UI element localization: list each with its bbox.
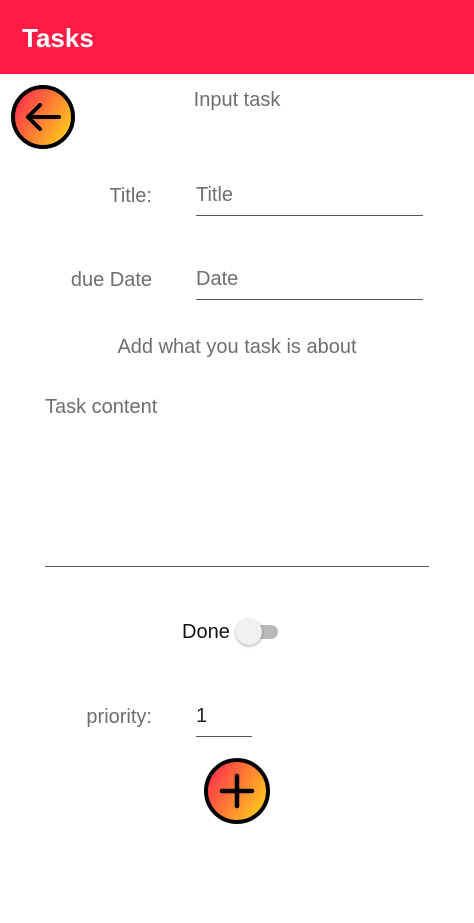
toggle-thumb — [236, 619, 262, 645]
title-label: Title: — [109, 185, 152, 207]
add-task-button[interactable] — [203, 757, 271, 825]
app-title: Tasks — [22, 23, 94, 53]
task-content-input[interactable] — [45, 396, 429, 567]
done-label: Done — [182, 621, 230, 643]
due-date-input[interactable] — [196, 268, 423, 300]
content-heading: Add what you task is about — [117, 336, 357, 358]
app-bar: Tasks — [0, 0, 474, 74]
due-date-label: due Date — [70, 269, 152, 291]
screen-heading: Input task — [193, 89, 281, 111]
priority-input[interactable] — [196, 705, 252, 737]
title-input[interactable] — [196, 184, 423, 216]
priority-label: priority: — [86, 706, 152, 728]
done-toggle[interactable] — [236, 619, 280, 645]
plus-icon — [204, 758, 270, 824]
